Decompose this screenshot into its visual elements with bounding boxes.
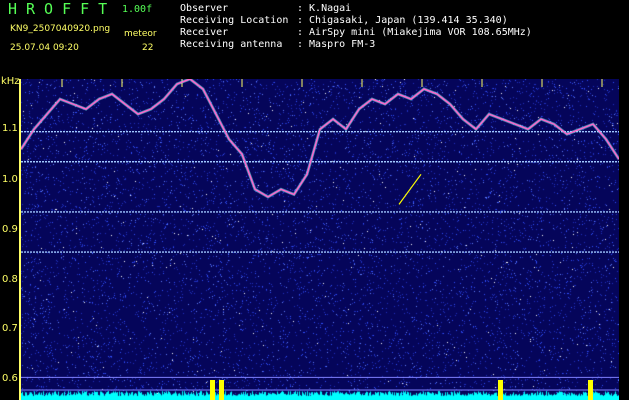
meteor-streak xyxy=(398,173,422,205)
signal-trace xyxy=(21,79,619,198)
y-tick-label: 1.0 xyxy=(2,174,18,185)
info-key-location: Receiving Location xyxy=(180,15,289,26)
datetime-label: 25.07.04 09:20 xyxy=(10,43,79,53)
y-tick-label: 1.1 xyxy=(2,123,18,134)
spectrogram xyxy=(21,79,619,400)
meteor-burst xyxy=(498,380,503,400)
info-value-antenna: : Maspro FM-3 xyxy=(297,39,376,50)
info-value-observer: : K.Nagai xyxy=(297,3,352,14)
filename-label: KN9_2507040920.png xyxy=(10,24,111,34)
meteor-burst xyxy=(588,380,593,400)
spectrogram-overlay xyxy=(21,79,619,400)
hrofft-window: HROFFT 1.00f KN9_2507040920.png meteor 2… xyxy=(0,0,629,400)
info-key-antenna: Receiving antenna xyxy=(180,39,283,50)
meteor-count: 22 xyxy=(142,43,154,53)
version-label: 1.00f xyxy=(122,4,153,15)
meteor-burst xyxy=(219,380,224,400)
info-value-receiver: : AirSpy mini (Miakejima VOR 108.65MHz) xyxy=(297,27,532,38)
signal-trace-glow xyxy=(21,79,619,199)
info-value-location: : Chigasaki, Japan (139.414 35.340) xyxy=(297,15,508,26)
y-tick-label: 0.7 xyxy=(2,323,18,334)
app-title: HROFFT xyxy=(8,0,117,18)
info-key-observer: Observer xyxy=(180,3,229,14)
meteor-burst xyxy=(210,380,215,400)
y-tick-label: 0.6 xyxy=(2,373,18,384)
info-key-receiver: Receiver xyxy=(180,27,229,38)
y-tick-label: 0.9 xyxy=(2,224,18,235)
y-tick-label: 0.8 xyxy=(2,274,18,285)
y-axis-unit: kHz xyxy=(1,76,20,87)
meteor-label: meteor xyxy=(124,29,157,39)
